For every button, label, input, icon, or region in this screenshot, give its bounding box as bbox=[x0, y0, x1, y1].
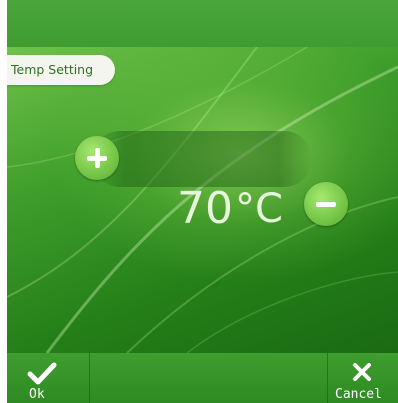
temperature-control-band bbox=[92, 131, 312, 187]
increase-button[interactable] bbox=[75, 136, 119, 180]
minus-icon bbox=[316, 202, 336, 207]
device-screen: Temp Setting 70 °C Ok Cancel bbox=[7, 0, 398, 403]
page-title: Temp Setting bbox=[7, 55, 115, 85]
bottom-divider-left bbox=[89, 353, 90, 403]
temperature-unit: °C bbox=[235, 186, 283, 232]
decrease-button[interactable] bbox=[304, 182, 348, 226]
ok-button[interactable]: Ok bbox=[7, 353, 89, 403]
close-icon bbox=[353, 363, 371, 381]
top-status-bar bbox=[7, 0, 398, 47]
check-icon bbox=[27, 362, 57, 385]
ok-label: Ok bbox=[29, 387, 45, 402]
cancel-label: Cancel bbox=[335, 387, 382, 402]
cancel-button[interactable]: Cancel bbox=[327, 353, 398, 403]
plus-icon-vertical bbox=[94, 148, 100, 168]
bottom-action-bar: Ok Cancel bbox=[7, 353, 398, 403]
temperature-value: 70 bbox=[177, 183, 233, 234]
